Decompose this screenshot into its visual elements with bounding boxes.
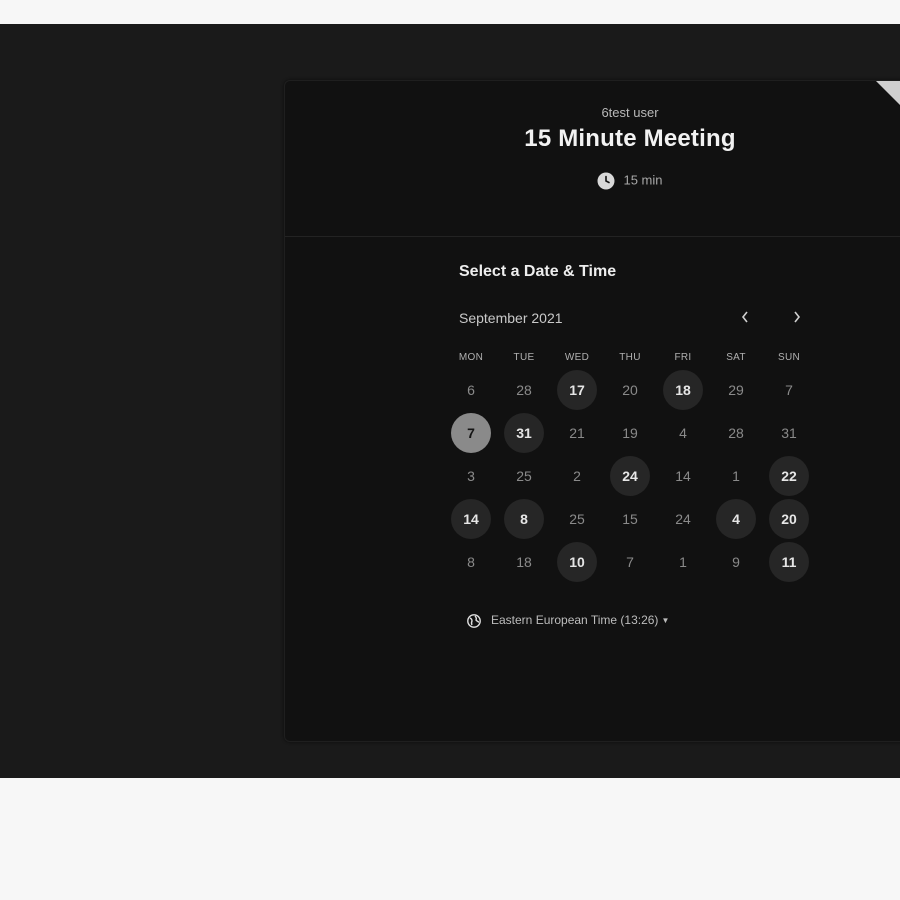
available-day[interactable]: 11	[769, 542, 809, 582]
header-divider	[285, 236, 900, 237]
unavailable-day: 1	[732, 468, 740, 484]
available-day[interactable]: 4	[716, 499, 756, 539]
previous-month-button[interactable]	[731, 305, 759, 331]
unavailable-day: 7	[785, 382, 793, 398]
unavailable-day: 31	[781, 425, 797, 441]
timezone-label: Eastern European Time (13:26)	[491, 613, 659, 627]
unavailable-day: 3	[467, 468, 475, 484]
weekday-mon: MON	[458, 352, 484, 363]
unavailable-day: 25	[516, 468, 532, 484]
unavailable-day: 24	[675, 511, 691, 527]
unavailable-day: 6	[467, 382, 475, 398]
available-day[interactable]: 10	[557, 542, 597, 582]
unavailable-day: 8	[467, 554, 475, 570]
unavailable-day: 18	[516, 554, 532, 570]
unavailable-day: 9	[732, 554, 740, 570]
weekday-thu: THU	[619, 352, 641, 363]
available-day[interactable]: 14	[451, 499, 491, 539]
available-day[interactable]: 22	[769, 456, 809, 496]
unavailable-day: 2	[573, 468, 581, 484]
host-name: 6test user	[601, 105, 659, 120]
unavailable-day: 1	[679, 554, 687, 570]
event-header: 6test user 15 Minute Meeting 15 min	[285, 81, 900, 237]
unavailable-day: 29	[728, 382, 744, 398]
weekday-fri: FRI	[674, 352, 692, 363]
unavailable-day: 20	[622, 382, 638, 398]
picker-heading: Select a Date & Time	[459, 263, 617, 280]
scheduling-card: 6test user 15 Minute Meeting 15 min Sele…	[284, 80, 900, 742]
unavailable-day: 25	[569, 511, 585, 527]
available-day[interactable]: 8	[504, 499, 544, 539]
next-month-button[interactable]	[783, 305, 811, 331]
unavailable-day: 19	[622, 425, 638, 441]
unavailable-day: 4	[679, 425, 687, 441]
duration-label: 15 min	[623, 172, 663, 188]
selected-day[interactable]: 7	[451, 413, 491, 453]
month-label: September 2021	[459, 310, 563, 326]
unavailable-day: 28	[728, 425, 744, 441]
available-day[interactable]: 18	[663, 370, 703, 410]
weekday-wed: WED	[564, 352, 590, 363]
event-duration: 15 min	[285, 172, 900, 190]
chevron-right-icon	[794, 311, 801, 323]
available-day[interactable]: 31	[504, 413, 544, 453]
event-title: 15 Minute Meeting	[524, 125, 736, 152]
page-background: 6test user 15 Minute Meeting 15 min Sele…	[0, 24, 900, 778]
clock-icon	[597, 172, 615, 190]
caret-down-icon: ▼	[661, 616, 670, 626]
available-day[interactable]: 17	[557, 370, 597, 410]
weekday-sat: SAT	[726, 352, 746, 363]
available-day[interactable]: 20	[769, 499, 809, 539]
unavailable-day: 7	[626, 554, 634, 570]
unavailable-day: 15	[622, 511, 638, 527]
unavailable-day: 14	[675, 468, 691, 484]
weekday-sun: SUN	[777, 352, 800, 363]
weekday-tue: TUE	[513, 352, 535, 363]
unavailable-day: 21	[569, 425, 585, 441]
timezone-selector[interactable]: Eastern European Time (13:26) ▼	[467, 613, 669, 628]
globe-icon	[467, 613, 481, 628]
unavailable-day: 28	[516, 382, 532, 398]
available-day[interactable]: 24	[610, 456, 650, 496]
chevron-left-icon	[741, 311, 748, 323]
